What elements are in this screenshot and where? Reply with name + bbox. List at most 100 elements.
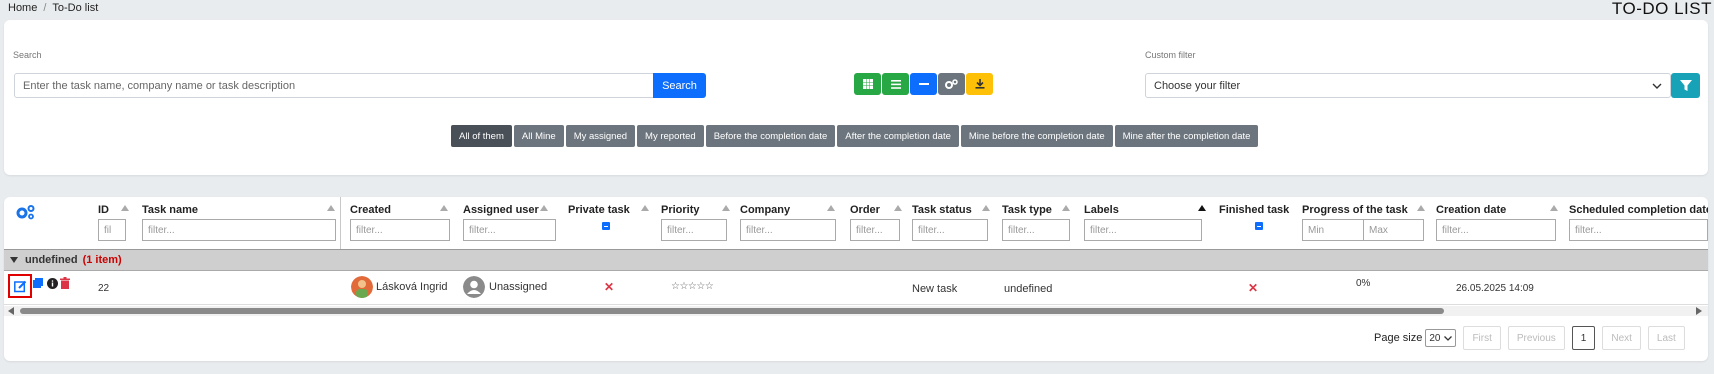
edit-icon	[14, 280, 27, 293]
breadcrumb-current: To-Do list	[52, 2, 99, 14]
sort-arrow-icon[interactable]	[982, 205, 990, 211]
sort-arrow-icon[interactable]	[894, 205, 902, 211]
breadcrumb: Home / To-Do list	[8, 2, 98, 14]
quick-filter-my-reported[interactable]: My reported	[637, 125, 704, 147]
col-header-id[interactable]: ID	[98, 204, 109, 216]
info-icon[interactable]	[47, 278, 58, 289]
filter-task-name[interactable]: filter...	[142, 219, 336, 241]
column-settings-icon[interactable]	[16, 204, 36, 220]
search-input[interactable]	[14, 73, 654, 98]
scrollbar-thumb[interactable]	[20, 308, 1444, 314]
custom-filter-select[interactable]: Choose your filter	[1145, 73, 1671, 98]
sort-arrow-icon[interactable]	[641, 205, 649, 211]
current-page-button[interactable]: 1	[1571, 326, 1596, 350]
page-size-value: 20	[1429, 332, 1441, 344]
col-header-priority[interactable]: Priority	[661, 204, 700, 216]
breadcrumb-home[interactable]: Home	[8, 2, 37, 14]
export-button[interactable]	[966, 73, 993, 95]
quick-filter-mine-after-completion[interactable]: Mine after the completion date	[1114, 125, 1259, 147]
group-row[interactable]: undefined (1 item)	[4, 249, 1708, 271]
filter-task-type[interactable]: filter...	[1002, 219, 1070, 241]
page-size-label: Page size	[1374, 332, 1423, 344]
sort-arrow-icon[interactable]	[121, 205, 129, 211]
previous-page-button[interactable]: Previous	[1507, 326, 1565, 350]
task-table: ID Task name Created Assigned user Priva…	[4, 197, 1708, 361]
col-header-labels[interactable]: Labels	[1084, 204, 1119, 216]
filter-priority[interactable]: filter...	[661, 219, 727, 241]
scroll-left-arrow-icon[interactable]	[8, 307, 14, 315]
filter-finished-task-checkbox[interactable]	[1255, 222, 1263, 230]
delete-icon[interactable]	[60, 277, 70, 289]
filter-scheduled-completion[interactable]: filter...	[1569, 219, 1708, 241]
funnel-icon	[1679, 79, 1692, 91]
collapse-button[interactable]	[910, 73, 937, 95]
col-header-scheduled-completion[interactable]: Scheduled completion date	[1569, 204, 1708, 216]
group-name: undefined	[25, 254, 78, 266]
first-page-button[interactable]: First	[1463, 326, 1501, 350]
breadcrumb-separator: /	[43, 2, 47, 14]
sort-arrow-icon[interactable]	[722, 205, 730, 211]
apply-filter-button[interactable]	[1671, 73, 1700, 98]
col-header-task-name[interactable]: Task name	[142, 204, 198, 216]
col-header-order[interactable]: Order	[850, 204, 880, 216]
quick-filter-mine-before-completion[interactable]: Mine before the completion date	[960, 125, 1113, 147]
page-size-select[interactable]: 20	[1425, 329, 1457, 347]
filter-progress-min[interactable]: Min	[1302, 219, 1364, 241]
sort-arrow-icon[interactable]	[1550, 205, 1558, 211]
list-view-button[interactable]	[882, 73, 909, 95]
sort-arrow-active-icon[interactable]	[1198, 205, 1206, 211]
next-page-button[interactable]: Next	[1602, 326, 1641, 350]
pagination: Page size 20 First Previous 1 Next Last	[1374, 326, 1685, 350]
col-header-assigned-user[interactable]: Assigned user	[463, 204, 539, 216]
filter-assigned-user[interactable]: filter...	[463, 219, 556, 241]
col-header-creation-date[interactable]: Creation date	[1436, 204, 1506, 216]
scroll-right-arrow-icon[interactable]	[1696, 307, 1702, 315]
quick-filter-before-completion[interactable]: Before the completion date	[705, 125, 836, 147]
last-page-button[interactable]: Last	[1647, 326, 1685, 350]
filter-progress-max[interactable]: Max	[1363, 219, 1424, 241]
download-icon	[975, 79, 984, 89]
col-header-created[interactable]: Created	[350, 204, 391, 216]
copy-icon[interactable]	[33, 278, 43, 288]
cell-finished-task-cross-icon: ✕	[1248, 281, 1259, 295]
quick-filter-my-assigned[interactable]: My assigned	[565, 125, 636, 147]
grid-view-button[interactable]	[854, 73, 881, 95]
cell-creation-date: 26.05.2025 14:09	[1456, 283, 1534, 294]
cell-id: 22	[98, 283, 110, 294]
quick-filter-all-mine[interactable]: All Mine	[513, 125, 564, 147]
filter-order[interactable]: filter...	[850, 219, 900, 241]
cell-priority-stars: ☆☆☆☆☆	[671, 281, 714, 292]
sort-arrow-icon[interactable]	[1417, 205, 1425, 211]
col-header-task-type[interactable]: Task type	[1002, 204, 1052, 216]
sort-arrow-icon[interactable]	[440, 205, 448, 211]
filter-creation-date[interactable]: filter...	[1436, 219, 1556, 241]
search-button[interactable]: Search	[653, 73, 706, 98]
filter-created[interactable]: filter...	[350, 219, 450, 241]
sort-arrow-icon[interactable]	[827, 205, 835, 211]
horizontal-scrollbar[interactable]	[4, 306, 1708, 316]
edit-button[interactable]	[8, 274, 32, 298]
cell-created: Lásková Ingrid	[376, 281, 448, 293]
sort-arrow-icon[interactable]	[327, 205, 335, 211]
filter-task-status[interactable]: filter...	[912, 219, 988, 241]
filter-id[interactable]: fil	[98, 219, 126, 241]
custom-filter-label: Custom filter	[1145, 50, 1196, 60]
sort-arrow-icon[interactable]	[1062, 205, 1070, 211]
quick-filter-after-completion[interactable]: After the completion date	[837, 125, 959, 147]
group-toggle-icon[interactable]	[10, 257, 18, 263]
col-header-company[interactable]: Company	[740, 204, 790, 216]
filter-private-task-checkbox[interactable]	[602, 222, 610, 230]
sort-arrow-icon[interactable]	[540, 205, 548, 211]
cell-progress: 0%	[1356, 278, 1371, 289]
col-header-finished-task[interactable]: Finished task	[1219, 204, 1289, 216]
col-header-private-task[interactable]: Private task	[568, 204, 630, 216]
custom-filter-value: Choose your filter	[1154, 79, 1241, 92]
filter-company[interactable]: filter...	[740, 219, 836, 241]
settings-button[interactable]	[938, 73, 965, 95]
table-row[interactable]: 22 Lásková Ingrid Unassigned ✕ ☆☆☆☆☆ New…	[4, 271, 1708, 305]
quick-filter-all[interactable]: All of them	[451, 125, 512, 147]
col-header-task-status[interactable]: Task status	[912, 204, 972, 216]
col-header-progress[interactable]: Progress of the task	[1302, 204, 1408, 216]
filter-labels[interactable]: filter...	[1084, 219, 1202, 241]
minus-icon	[918, 83, 929, 85]
